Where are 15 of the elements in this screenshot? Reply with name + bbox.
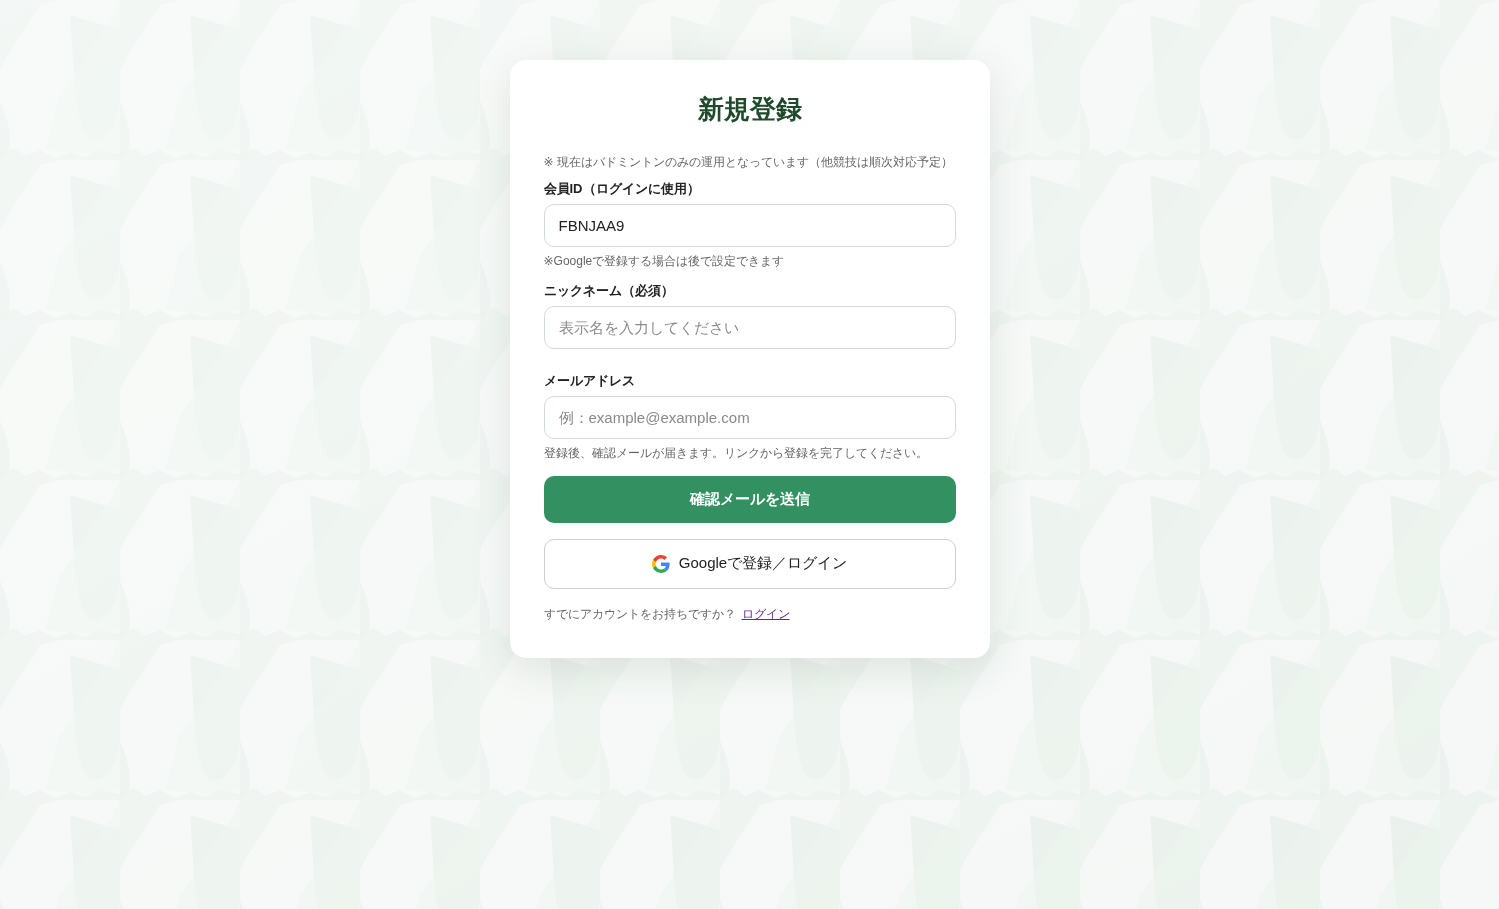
notice-text: ※ 現在はバドミントンのみの運用となっています（他競技は順次対応予定） xyxy=(543,155,954,171)
login-link[interactable]: ログイン xyxy=(741,604,790,623)
page-title: 新規登録 xyxy=(696,94,803,126)
input-field[interactable]: FBNJAA9 xyxy=(543,203,956,247)
google-signin-button[interactable]: Googleで登録／ログイン xyxy=(543,538,956,589)
field-label: 会員ID（ログインに使用） xyxy=(543,180,701,198)
submit-button[interactable]: 確認メールを送信 xyxy=(543,475,956,523)
input-field[interactable]: 表示名を入力してください xyxy=(543,306,956,350)
input-field[interactable]: 例：example@example.com xyxy=(543,396,956,440)
hint-text: 登録後、確認メールが届きます。リンクから登録を完了してください。 xyxy=(543,446,929,462)
prompt-text: すでにアカウントをお持ちですか？ xyxy=(543,605,736,623)
hint-text: ※Googleで登録する場合は後で設定できます xyxy=(543,253,786,270)
google-logo-icon xyxy=(651,554,670,573)
field-label: ニックネーム（必須） xyxy=(543,283,675,301)
field-label: メールアドレス xyxy=(543,373,636,391)
